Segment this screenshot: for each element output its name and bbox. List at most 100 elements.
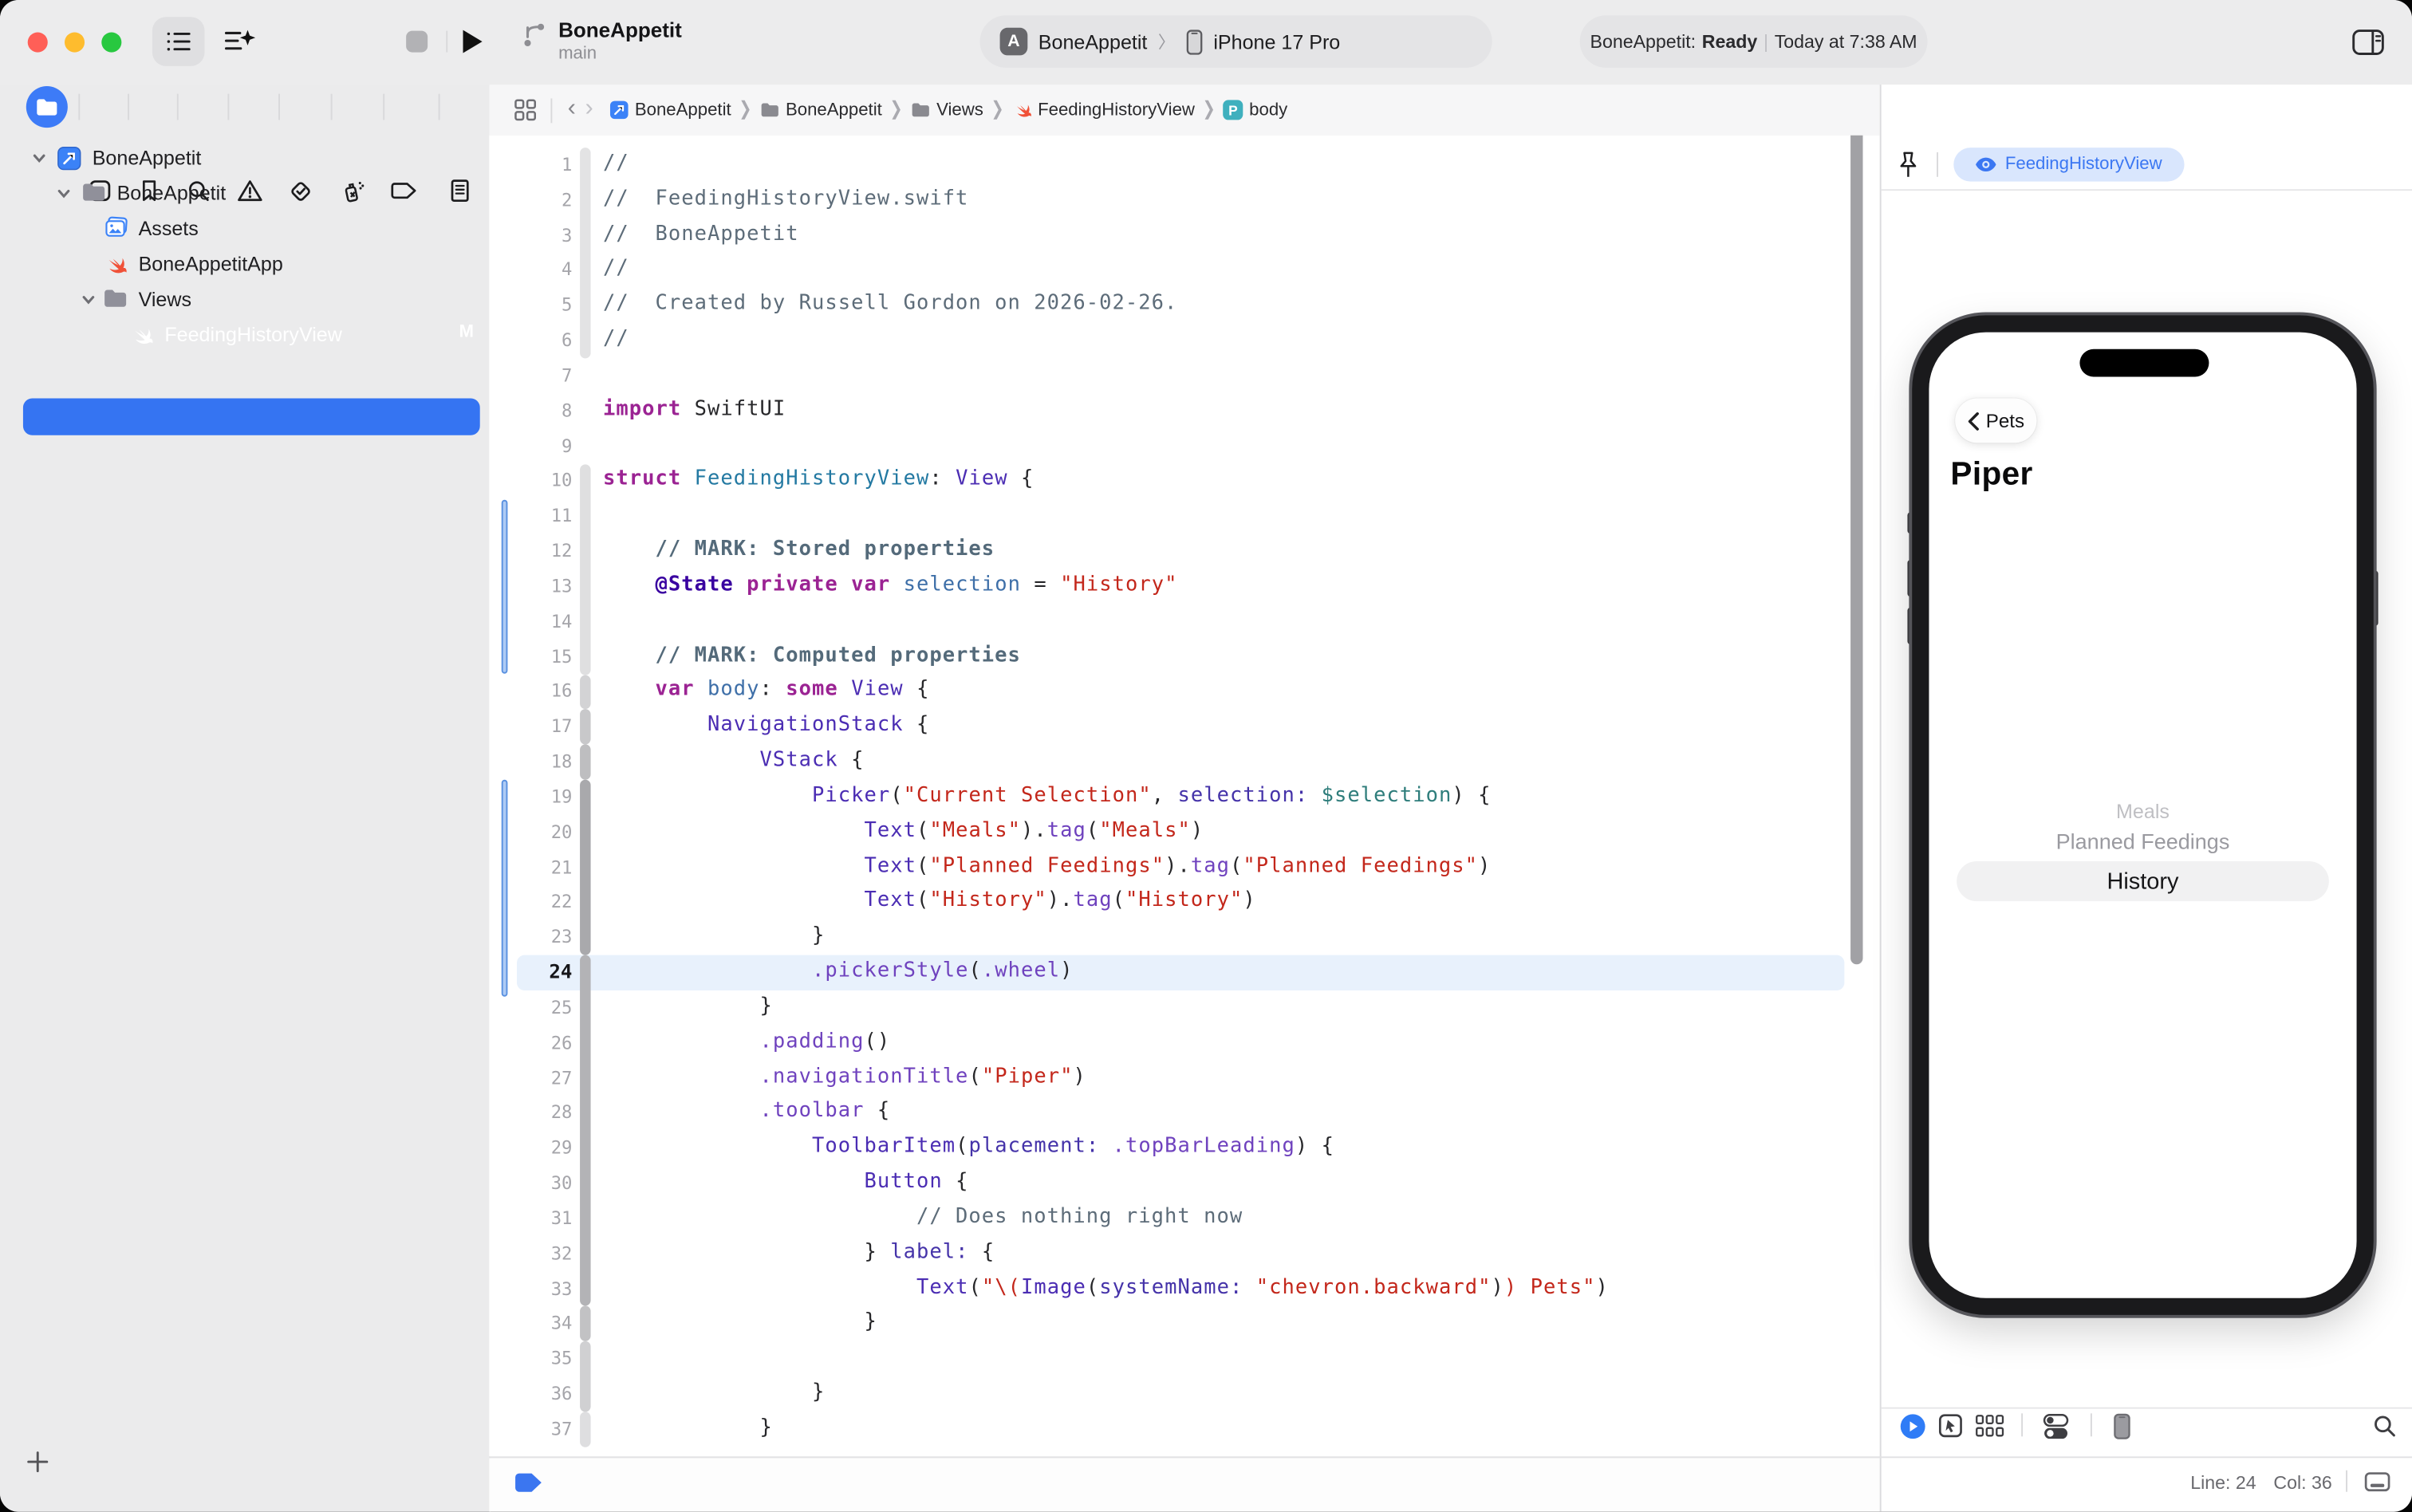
line-number-5[interactable]: 5 (489, 288, 572, 323)
picker-option-meals[interactable]: Meals (1929, 800, 2356, 823)
line-number-8[interactable]: 8 (489, 393, 572, 428)
minimap-toggle-button[interactable] (2359, 1467, 2393, 1495)
add-item-button[interactable] (18, 1443, 55, 1479)
line-number-13[interactable]: 13 (489, 569, 572, 604)
code-line-30[interactable]: Button { (603, 1166, 968, 1201)
line-number-24[interactable]: 24 (489, 955, 572, 990)
close-button[interactable] (28, 32, 48, 52)
code-fold-ribbon[interactable] (580, 955, 591, 1306)
tree-row-views-folder[interactable]: Views (0, 283, 489, 317)
line-number-28[interactable]: 28 (489, 1096, 572, 1131)
code-line-2[interactable]: // FeedingHistoryView.swift (603, 183, 968, 218)
line-number-12[interactable]: 12 (489, 534, 572, 569)
pin-icon[interactable] (1897, 151, 1920, 180)
minimize-button[interactable] (65, 32, 85, 52)
code-line-34[interactable]: } (603, 1306, 877, 1341)
line-number-16[interactable]: 16 (489, 675, 572, 710)
stop-button[interactable] (397, 22, 437, 61)
code-line-22[interactable]: Text("History").tag("History") (603, 885, 1256, 920)
picker-option-history-selected[interactable]: History (1957, 861, 2329, 901)
line-number-30[interactable]: 30 (489, 1166, 572, 1201)
code-line-33[interactable]: Text("\(Image(systemName: "chevron.backw… (603, 1271, 1609, 1306)
variants-grid-button[interactable] (1972, 1412, 2005, 1439)
code-line-24[interactable]: .pickerStyle(.wheel) (603, 955, 1073, 990)
line-number-25[interactable]: 25 (489, 990, 572, 1026)
code-line-26[interactable]: .padding() (603, 1026, 890, 1061)
line-number-15[interactable]: 15 (489, 640, 572, 675)
line-number-27[interactable]: 27 (489, 1061, 572, 1096)
breakpoint-tag-icon[interactable] (512, 1472, 545, 1494)
code-fold-ribbon[interactable] (580, 1306, 591, 1341)
code-line-8[interactable]: import SwiftUI (603, 393, 786, 428)
line-number-36[interactable]: 36 (489, 1376, 572, 1412)
code-line-20[interactable]: Text("Meals").tag("Meals") (603, 815, 1204, 850)
code-fold-ribbon[interactable] (580, 710, 591, 745)
project-title[interactable]: BoneAppetit (558, 18, 682, 41)
code-line-28[interactable]: .toolbar { (603, 1096, 890, 1131)
tab-project-navigator[interactable] (26, 86, 68, 128)
line-number-11[interactable]: 11 (489, 498, 572, 534)
code-line-3[interactable]: // BoneAppetit (603, 218, 799, 253)
line-number-6[interactable]: 6 (489, 323, 572, 358)
code-line-4[interactable]: // (603, 253, 629, 288)
forward-button[interactable]: › (585, 95, 593, 123)
code-line-13[interactable]: @State private var selection = "History" (603, 569, 1178, 604)
preview-device-button[interactable] (2107, 1412, 2135, 1439)
code-line-37[interactable]: } (603, 1412, 773, 1447)
tree-row-app-file[interactable]: BoneAppetitApp (0, 247, 489, 281)
code-line-23[interactable]: } (603, 920, 825, 955)
code-fold-ribbon[interactable] (580, 1412, 591, 1447)
scheme-selector[interactable]: A BoneAppetit 〉 iPhone 17 Pro (979, 15, 1492, 68)
code-line-19[interactable]: Picker("Current Selection", selection: $… (603, 780, 1491, 815)
run-button[interactable] (452, 20, 492, 63)
code-fold-ribbon[interactable] (580, 1341, 591, 1412)
code-line-25[interactable]: } (603, 990, 773, 1026)
breadcrumb-group[interactable]: BoneAppetit (759, 100, 882, 119)
line-number-1[interactable]: 1 (489, 148, 572, 183)
code-line-29[interactable]: ToolbarItem(placement: .topBarLeading) { (603, 1131, 1334, 1166)
preview-back-button[interactable]: Pets (1955, 398, 2036, 443)
code-line-1[interactable]: // (603, 148, 629, 183)
disclosure-chevron-icon[interactable] (55, 186, 72, 201)
preview-search-button[interactable] (2369, 1412, 2400, 1439)
related-items-button[interactable] (514, 98, 537, 121)
code-line-15[interactable]: // MARK: Computed properties (603, 640, 1021, 675)
compose-ai-button[interactable] (214, 17, 266, 66)
editor-scrollbar[interactable] (1850, 136, 1862, 964)
inspector-toggle-button[interactable] (2344, 20, 2390, 63)
tree-row-project[interactable]: BoneAppetit (0, 141, 489, 175)
line-number-14[interactable]: 14 (489, 604, 572, 640)
line-number-10[interactable]: 10 (489, 463, 572, 498)
line-number-19[interactable]: 19 (489, 780, 572, 815)
code-line-21[interactable]: Text("Planned Feedings").tag("Planned Fe… (603, 850, 1491, 885)
disclosure-chevron-icon[interactable] (31, 151, 48, 166)
line-number-4[interactable]: 4 (489, 253, 572, 288)
device-settings-button[interactable] (2040, 1412, 2073, 1439)
breadcrumb-file[interactable]: FeedingHistoryView (1011, 100, 1195, 120)
code-line-18[interactable]: VStack { (603, 745, 864, 780)
code-line-16[interactable]: var body: some View { (603, 675, 929, 710)
picker-option-planned-feedings[interactable]: Planned Feedings (1929, 829, 2356, 853)
line-number-34[interactable]: 34 (489, 1306, 572, 1341)
tree-row-group[interactable]: BoneAppetit (0, 177, 489, 211)
line-number-17[interactable]: 17 (489, 710, 572, 745)
tree-row-assets[interactable]: Assets (0, 212, 489, 246)
code-line-27[interactable]: .navigationTitle("Piper") (603, 1061, 1086, 1096)
breadcrumb-views[interactable]: Views (910, 100, 983, 119)
disclosure-chevron-icon[interactable] (80, 292, 97, 307)
line-number-23[interactable]: 23 (489, 920, 572, 955)
tree-row-feeding-history-view[interactable]: FeedingHistoryView M (0, 315, 489, 352)
line-number-2[interactable]: 2 (489, 183, 572, 218)
line-number-32[interactable]: 32 (489, 1236, 572, 1271)
branch-name[interactable]: main (558, 45, 597, 63)
code-line-6[interactable]: // (603, 323, 629, 358)
breadcrumb-project[interactable]: BoneAppetit (609, 100, 731, 120)
line-number-22[interactable]: 22 (489, 885, 572, 920)
line-number-7[interactable]: 7 (489, 358, 572, 393)
back-button[interactable]: ‹ (568, 95, 576, 123)
code-fold-ribbon[interactable] (580, 675, 591, 710)
code-fold-ribbon[interactable] (580, 148, 591, 358)
line-number-31[interactable]: 31 (489, 1201, 572, 1236)
line-number-33[interactable]: 33 (489, 1271, 572, 1306)
live-preview-play-button[interactable] (1897, 1412, 1928, 1439)
